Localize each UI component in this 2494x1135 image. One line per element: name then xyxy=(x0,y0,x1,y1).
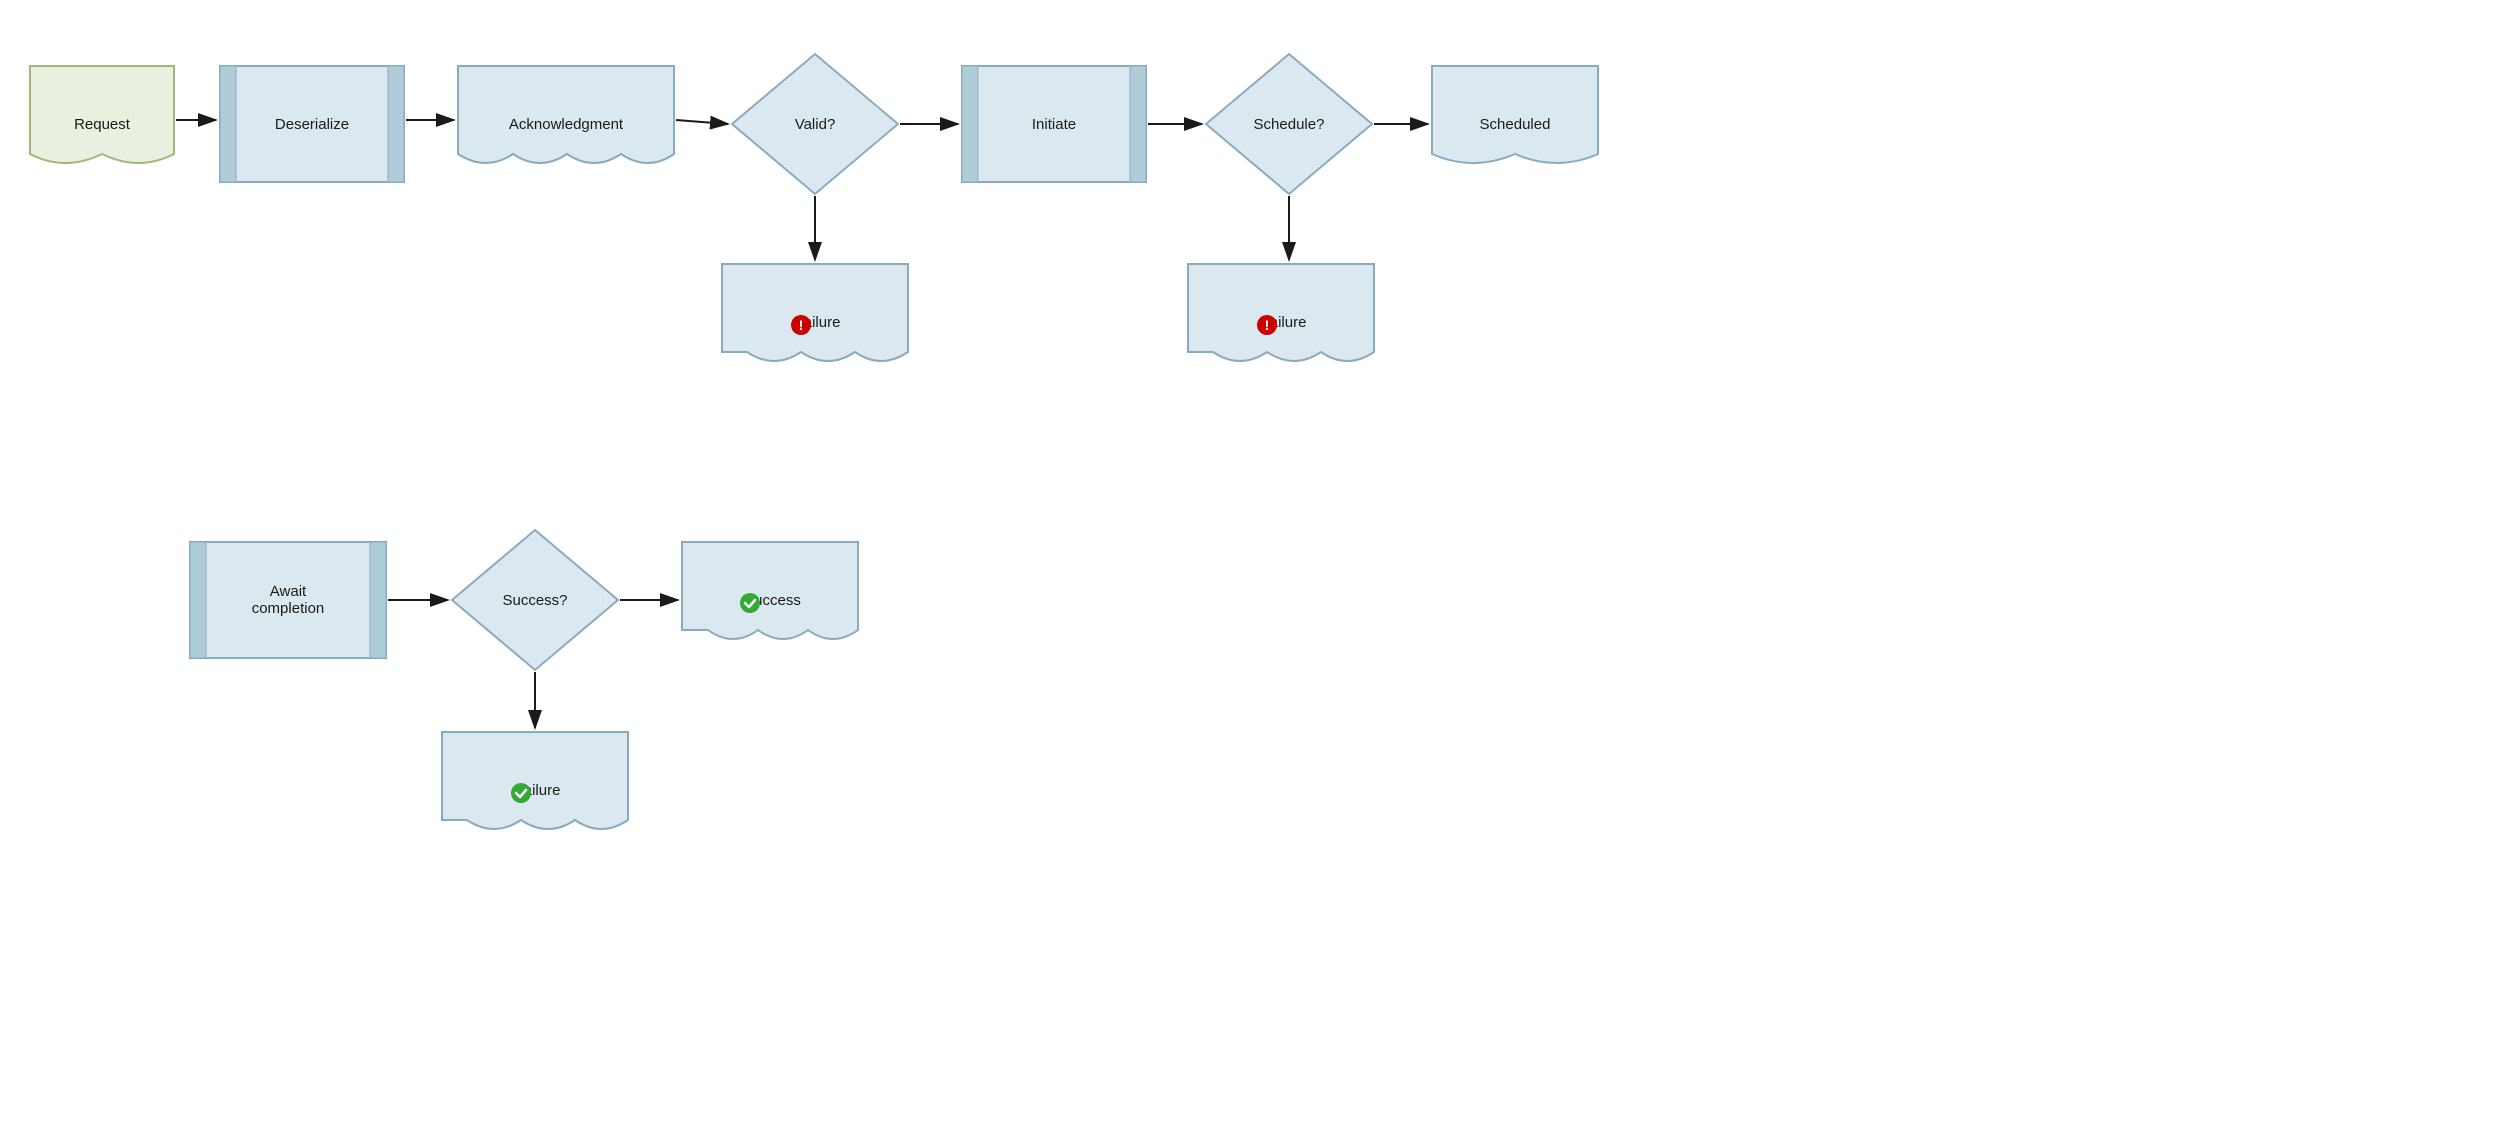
failure-schedule-node: ! Failure xyxy=(1186,262,1376,382)
valid-label: Valid? xyxy=(795,116,836,133)
initiate-label: Initiate xyxy=(1032,116,1076,133)
request-label: Request xyxy=(74,116,130,133)
deserialize-label: Deserialize xyxy=(275,116,349,133)
success-node: Success xyxy=(680,540,860,660)
await-completion-node: Await completion xyxy=(188,540,388,660)
schedule-label: Schedule? xyxy=(1254,116,1325,133)
acknowledgment-node: Acknowledgment xyxy=(456,64,676,184)
initiate-node: Initiate xyxy=(960,64,1148,184)
success-q-label: Success? xyxy=(502,592,567,609)
failure-success-node: Failure xyxy=(440,730,630,850)
await-label: Await completion xyxy=(252,583,325,617)
success-label: Success xyxy=(739,592,801,609)
failure-success-label: Failure xyxy=(510,782,561,799)
schedule-node: Schedule? xyxy=(1204,52,1374,196)
deserialize-node: Deserialize xyxy=(218,64,406,184)
failure-schedule-label: ! Failure xyxy=(1256,314,1307,331)
failure-valid-node: ! Failure xyxy=(720,262,910,382)
valid-node: Valid? xyxy=(730,52,900,196)
scheduled-label: Scheduled xyxy=(1480,116,1551,133)
scheduled-node: Scheduled xyxy=(1430,64,1600,184)
svg-text:!: ! xyxy=(798,317,803,333)
svg-text:!: ! xyxy=(1264,317,1269,333)
diagram-container: Request Deserialize Acknowledgment Valid… xyxy=(0,0,2494,1135)
failure-valid-label: ! Failure xyxy=(790,314,841,331)
request-node: Request xyxy=(28,64,176,184)
success-q-node: Success? xyxy=(450,528,620,672)
acknowledgment-label: Acknowledgment xyxy=(509,116,623,133)
